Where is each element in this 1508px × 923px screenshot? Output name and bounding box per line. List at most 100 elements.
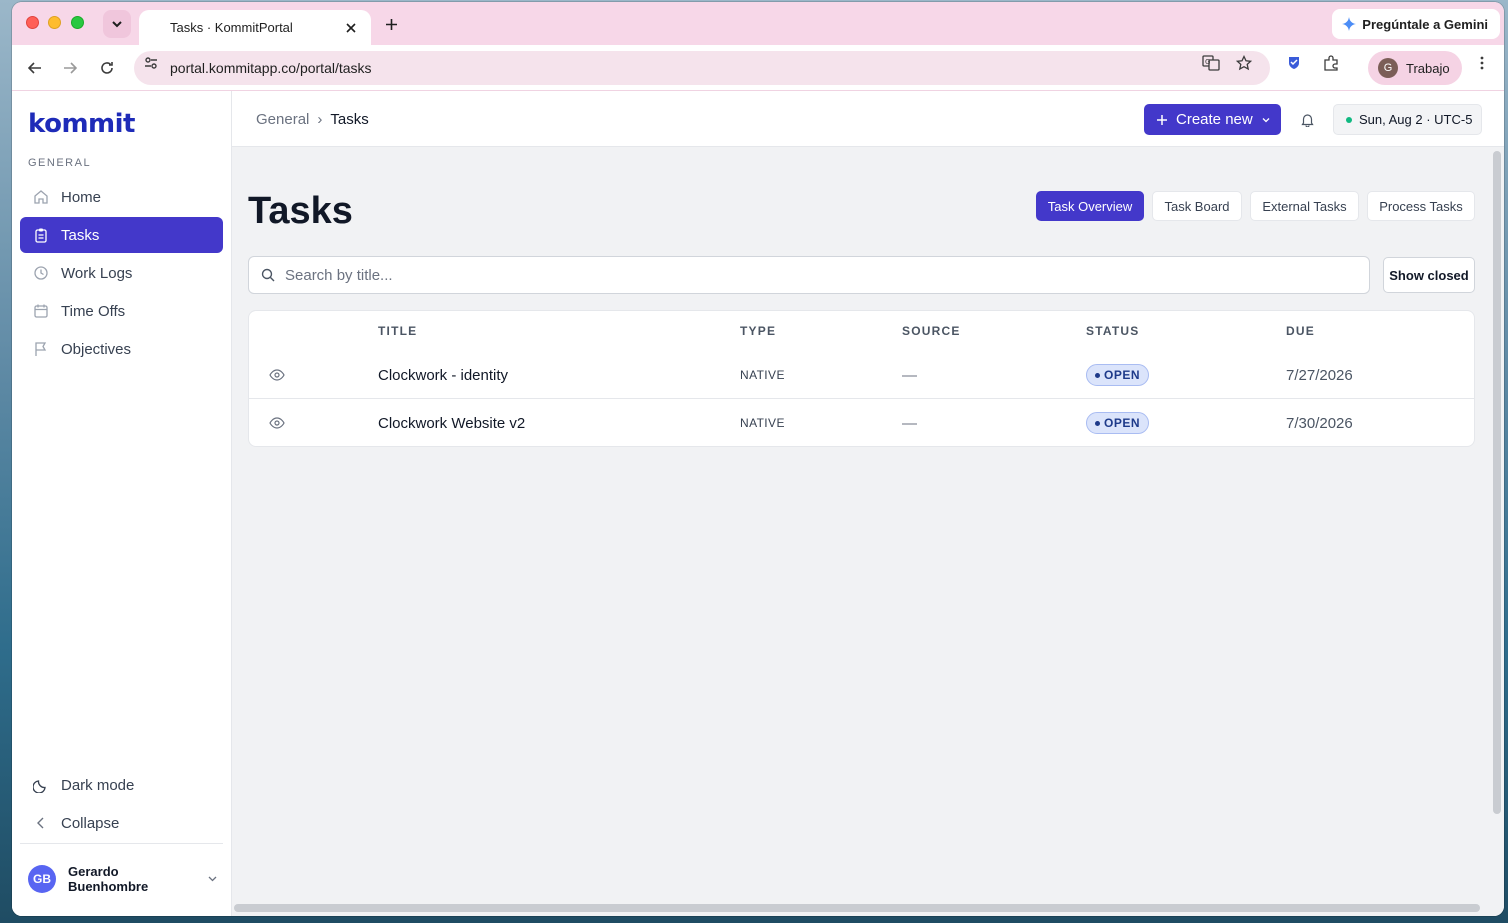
task-type: NATIVE [740, 368, 785, 382]
back-button[interactable] [24, 57, 46, 79]
sidebar-divider [20, 843, 223, 844]
sidebar-item-tasks[interactable]: Tasks [20, 217, 223, 253]
breadcrumb-tasks: Tasks [330, 111, 369, 128]
view-eye-icon[interactable] [269, 351, 285, 399]
arrow-left-icon [28, 62, 41, 74]
sidebar: kommit GENERAL Home Tasks Work Logs Time… [12, 91, 232, 916]
create-new-button[interactable]: Create new [1144, 104, 1281, 135]
extensions-puzzle-icon[interactable] [1322, 54, 1340, 72]
profile-label: Trabajo [1406, 60, 1450, 76]
task-due: 7/30/2026 [1286, 414, 1353, 432]
column-header-source[interactable]: SOURCE [902, 324, 961, 338]
collapse-label: Collapse [61, 814, 120, 832]
sidebar-item-label: Tasks [61, 226, 100, 244]
status-badge: OPEN [1086, 412, 1150, 434]
column-header-title[interactable]: TITLE [378, 324, 417, 338]
breadcrumb: General › Tasks [256, 111, 369, 128]
kommit-logo[interactable]: kommit [28, 109, 135, 139]
show-closed-button[interactable]: Show closed [1383, 257, 1475, 293]
date-timezone-indicator[interactable]: Sun, Aug 2 · UTC-5 [1333, 104, 1482, 135]
extension-shield-icon[interactable] [1285, 54, 1303, 72]
sidebar-item-time-offs[interactable]: Time Offs [20, 293, 223, 329]
browser-tab[interactable]: Tasks · KommitPortal [139, 10, 371, 45]
table-row[interactable]: Clockwork - identity NATIVE — OPEN 7/27/… [249, 351, 1474, 399]
browser-menu-icon[interactable] [1473, 54, 1491, 72]
tab-strip: Tasks · KommitPortal Pregúntale a Gemini [12, 2, 1504, 45]
sidebar-item-home[interactable]: Home [20, 179, 223, 215]
profile-button[interactable]: G Trabajo [1368, 51, 1462, 85]
close-tab-icon[interactable] [343, 20, 359, 36]
tab-task-overview[interactable]: Task Overview [1036, 191, 1144, 221]
gemini-sparkle-icon [1342, 17, 1357, 31]
view-eye-icon[interactable] [269, 399, 285, 447]
clipboard-icon [33, 227, 49, 243]
sidebar-section-label: GENERAL [28, 157, 92, 169]
forward-button[interactable] [59, 57, 81, 79]
tab-task-board[interactable]: Task Board [1152, 191, 1242, 221]
maximize-window-button[interactable] [71, 16, 84, 29]
app-root: kommit GENERAL Home Tasks Work Logs Time… [12, 91, 1504, 916]
plus-icon [1157, 114, 1167, 125]
notifications-bell-icon[interactable] [1298, 110, 1316, 128]
horizontal-scrollbar[interactable] [234, 904, 1480, 912]
task-title[interactable]: Clockwork Website v2 [378, 399, 525, 447]
calendar-icon [33, 303, 49, 319]
vertical-scrollbar[interactable] [1493, 151, 1501, 814]
chevron-left-icon [33, 815, 49, 831]
status-label: OPEN [1104, 368, 1141, 382]
tab-title: Tasks · KommitPortal [170, 20, 293, 35]
tab-process-tasks[interactable]: Process Tasks [1367, 191, 1475, 221]
task-type: NATIVE [740, 416, 785, 430]
flag-icon [33, 341, 49, 357]
url-text: portal.kommitapp.co/portal/tasks [170, 60, 372, 76]
translate-icon[interactable]: G [1202, 54, 1220, 72]
app-header: General › Tasks Create new Sun, Aug 2 · … [232, 91, 1504, 147]
home-icon [33, 189, 49, 205]
column-header-status[interactable]: STATUS [1086, 324, 1139, 338]
search-input[interactable] [285, 266, 1369, 284]
address-bar[interactable]: portal.kommitapp.co/portal/tasks [134, 51, 1270, 85]
dark-mode-toggle[interactable]: Dark mode [20, 767, 223, 803]
svg-text:G: G [1205, 58, 1210, 66]
breadcrumb-general[interactable]: General [256, 111, 309, 128]
reload-button[interactable] [96, 57, 118, 79]
reload-icon [101, 62, 113, 74]
browser-window: Tasks · KommitPortal Pregúntale a Gemini… [12, 2, 1504, 916]
column-header-type[interactable]: TYPE [740, 324, 776, 338]
task-due: 7/27/2026 [1286, 366, 1353, 384]
close-window-button[interactable] [26, 16, 39, 29]
minimize-window-button[interactable] [48, 16, 61, 29]
collapse-sidebar-button[interactable]: Collapse [20, 805, 223, 841]
moon-icon [33, 777, 49, 793]
task-title[interactable]: Clockwork - identity [378, 351, 508, 399]
search-box [248, 256, 1370, 294]
plus-icon [385, 18, 397, 30]
chevron-down-icon [1262, 117, 1270, 122]
bookmark-star-icon[interactable] [1235, 54, 1253, 72]
site-settings-icon[interactable] [142, 54, 160, 72]
sidebar-item-work-logs[interactable]: Work Logs [20, 255, 223, 291]
avatar: GB [28, 865, 56, 893]
dark-mode-label: Dark mode [61, 776, 135, 794]
gemini-label: Pregúntale a Gemini [1362, 16, 1488, 32]
column-header-due[interactable]: DUE [1286, 324, 1315, 338]
chevron-down-icon [207, 872, 218, 887]
tab-search-button[interactable] [103, 10, 131, 38]
task-status: OPEN [1086, 399, 1150, 447]
sidebar-item-label: Time Offs [61, 302, 126, 320]
chevron-down-icon [112, 21, 122, 28]
user-name: Gerardo Buenhombre [68, 864, 149, 894]
gemini-button[interactable]: Pregúntale a Gemini [1332, 9, 1500, 39]
sidebar-item-label: Objectives [61, 340, 132, 358]
task-source: — [902, 366, 917, 384]
status-dot [1095, 372, 1100, 378]
table-row[interactable]: Clockwork Website v2 NATIVE — OPEN 7/30/… [249, 399, 1474, 447]
user-menu[interactable]: GB Gerardo Buenhombre [28, 864, 218, 894]
new-tab-button[interactable] [381, 14, 401, 34]
sidebar-item-objectives[interactable]: Objectives [20, 331, 223, 367]
clock-icon [33, 265, 49, 281]
tab-external-tasks[interactable]: External Tasks [1250, 191, 1359, 221]
sidebar-item-label: Work Logs [61, 264, 133, 282]
sidebar-item-label: Home [61, 188, 102, 206]
create-new-label: Create new [1176, 111, 1253, 128]
